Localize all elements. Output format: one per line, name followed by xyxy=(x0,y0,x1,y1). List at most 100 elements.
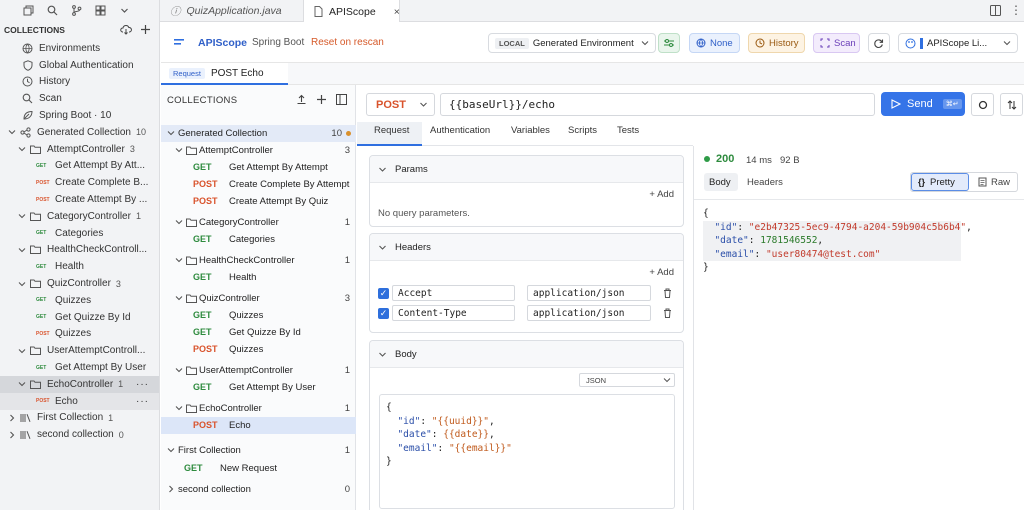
chevron-down-icon[interactable] xyxy=(167,446,175,454)
collection-row[interactable]: HealthCheckController 1 xyxy=(161,252,356,269)
collapse-panel-icon[interactable] xyxy=(336,94,347,105)
copy-icon[interactable] xyxy=(22,4,34,16)
header-key-input[interactable]: Content-Type xyxy=(392,305,515,321)
sort-button[interactable] xyxy=(1000,93,1023,116)
chevron-right-icon[interactable] xyxy=(8,414,16,422)
header-key-input[interactable]: Accept xyxy=(392,285,515,301)
plus-icon[interactable] xyxy=(140,24,151,35)
ide-tree-row[interactable]: GET Get Attempt By User xyxy=(0,359,159,376)
env-settings-button[interactable] xyxy=(658,33,680,53)
export-icon[interactable] xyxy=(296,94,307,105)
search-icon[interactable] xyxy=(46,4,58,16)
ide-tree-row[interactable]: Spring Boot · 10 xyxy=(0,107,159,124)
cloud-download-icon[interactable] xyxy=(120,24,132,35)
ide-tree-row[interactable]: History xyxy=(0,74,159,91)
chevron-down-icon[interactable] xyxy=(175,366,183,374)
auth-none-button[interactable]: None xyxy=(689,33,740,53)
chevron-down-icon[interactable] xyxy=(18,212,26,220)
chevron-down-icon[interactable] xyxy=(18,246,26,254)
collection-row[interactable]: GET Get Attempt By User xyxy=(161,379,356,396)
tab-tests[interactable]: Tests xyxy=(617,125,639,136)
ide-tree-row[interactable]: GET Health xyxy=(0,258,159,275)
collection-row[interactable]: GET Categories xyxy=(161,231,356,248)
grid-icon[interactable] xyxy=(94,4,106,16)
collection-row[interactable]: QuizController 3 xyxy=(161,290,356,307)
collection-row[interactable]: GET New Request xyxy=(161,460,356,477)
collection-row[interactable]: Generated Collection 10 xyxy=(161,125,356,142)
response-tab-headers[interactable]: Headers xyxy=(747,177,783,188)
trash-icon[interactable] xyxy=(663,288,672,298)
scan-button[interactable]: Scan xyxy=(813,33,860,53)
collection-row[interactable]: AttemptController 3 xyxy=(161,142,356,159)
response-tab-body[interactable]: Body xyxy=(709,177,731,188)
collection-row[interactable]: GET Quizzes xyxy=(161,307,356,324)
chevron-down-icon[interactable] xyxy=(175,404,183,412)
params-header[interactable]: Params xyxy=(370,156,683,183)
ide-tree-row[interactable]: POST Create Complete B... xyxy=(0,174,159,191)
ide-tree-row[interactable]: HealthCheckControll... xyxy=(0,242,159,259)
params-add-button[interactable]: + Add xyxy=(649,189,674,200)
collection-row[interactable]: POST Quizzes xyxy=(161,341,356,358)
collection-row[interactable]: CategoryController 1 xyxy=(161,214,356,231)
ide-tree-row[interactable]: CategoryController 1 xyxy=(0,208,159,225)
tab-authentication[interactable]: Authentication xyxy=(430,125,490,136)
workspace-select[interactable]: APIScope Li... xyxy=(898,33,1018,53)
tab-apiscope[interactable]: APIScope × xyxy=(303,0,400,23)
plus-icon[interactable] xyxy=(316,94,327,105)
collection-row[interactable]: GET Get Quizze By Id xyxy=(161,324,356,341)
ide-tree-row[interactable]: EchoController 1 ··· xyxy=(0,375,159,393)
chevron-down-icon[interactable] xyxy=(175,146,183,154)
tab-quiz-application[interactable]: ⓘ QuizApplication.java xyxy=(160,0,303,22)
ide-tree-row[interactable]: Environments xyxy=(0,40,159,57)
ide-tree-row[interactable]: Generated Collection 10 xyxy=(0,124,159,141)
tab-scripts[interactable]: Scripts xyxy=(568,125,597,136)
ide-tree-row[interactable]: POST Echo ··· xyxy=(0,392,159,410)
record-button[interactable] xyxy=(971,93,994,116)
collection-row[interactable]: POST Echo xyxy=(161,417,356,434)
tab-variables[interactable]: Variables xyxy=(511,125,550,136)
more-icon[interactable]: ··· xyxy=(136,379,149,390)
ide-tree-row[interactable]: POST Create Attempt By ... xyxy=(0,191,159,208)
trash-icon[interactable] xyxy=(663,308,672,318)
collection-row[interactable]: GET Get Attempt By Attempt xyxy=(161,159,356,176)
header-value-input[interactable]: application/json xyxy=(527,285,651,301)
chevron-down-icon[interactable] xyxy=(18,280,26,288)
pretty-button[interactable]: {} Pretty xyxy=(911,173,969,191)
chevron-down-icon[interactable] xyxy=(18,145,26,153)
ide-tree-row[interactable]: GET Categories xyxy=(0,225,159,242)
chevron-down-icon[interactable] xyxy=(175,294,183,302)
collection-row[interactable]: UserAttemptController 1 xyxy=(161,362,356,379)
collection-row[interactable]: second collection 0 xyxy=(161,481,356,498)
collection-row[interactable]: First Collection 1 xyxy=(161,442,356,459)
more-icon[interactable]: ··· xyxy=(136,396,149,407)
collection-row[interactable]: POST Create Attempt By Quiz xyxy=(161,193,356,210)
close-icon[interactable]: × xyxy=(394,6,400,18)
split-view-icon[interactable] xyxy=(990,5,1001,16)
collection-row[interactable]: GET Health xyxy=(161,269,356,286)
history-button[interactable]: History xyxy=(748,33,805,53)
ide-tree-row[interactable]: AttemptController 3 xyxy=(0,141,159,158)
body-editor[interactable]: { "id": "{{uuid}}", "date": {{date}}, "e… xyxy=(379,394,675,509)
environment-select[interactable]: LOCAL Generated Environment xyxy=(488,33,656,53)
body-format-select[interactable]: JSON xyxy=(579,373,675,387)
tab-request[interactable]: Request xyxy=(374,125,409,136)
headers-header[interactable]: Headers xyxy=(370,234,683,261)
chevron-down-icon[interactable] xyxy=(18,347,26,355)
chevron-right-icon[interactable] xyxy=(8,431,16,439)
chevron-down-icon[interactable] xyxy=(118,4,130,16)
ide-tree-row[interactable]: GET Get Quizze By Id xyxy=(0,309,159,326)
header-value-input[interactable]: application/json xyxy=(527,305,651,321)
url-input[interactable]: {{baseUrl}}/echo xyxy=(440,93,875,116)
chevron-right-icon[interactable] xyxy=(167,485,175,493)
ide-tree-row[interactable]: QuizController 3 xyxy=(0,275,159,292)
chevron-down-icon[interactable] xyxy=(167,129,175,137)
ide-tree-row[interactable]: second collection 0 xyxy=(0,426,159,443)
chevron-down-icon[interactable] xyxy=(18,380,26,388)
method-select[interactable]: POST xyxy=(366,93,435,116)
body-header[interactable]: Body xyxy=(370,341,683,368)
send-button[interactable]: Send ⌘↵ xyxy=(881,92,965,116)
ide-tree-row[interactable]: GET Quizzes xyxy=(0,292,159,309)
request-tab-post-echo[interactable]: Request POST Echo xyxy=(161,63,288,85)
ide-tree-row[interactable]: Global Authentication xyxy=(0,57,159,74)
header-row-checkbox[interactable]: ✓ xyxy=(378,308,389,319)
